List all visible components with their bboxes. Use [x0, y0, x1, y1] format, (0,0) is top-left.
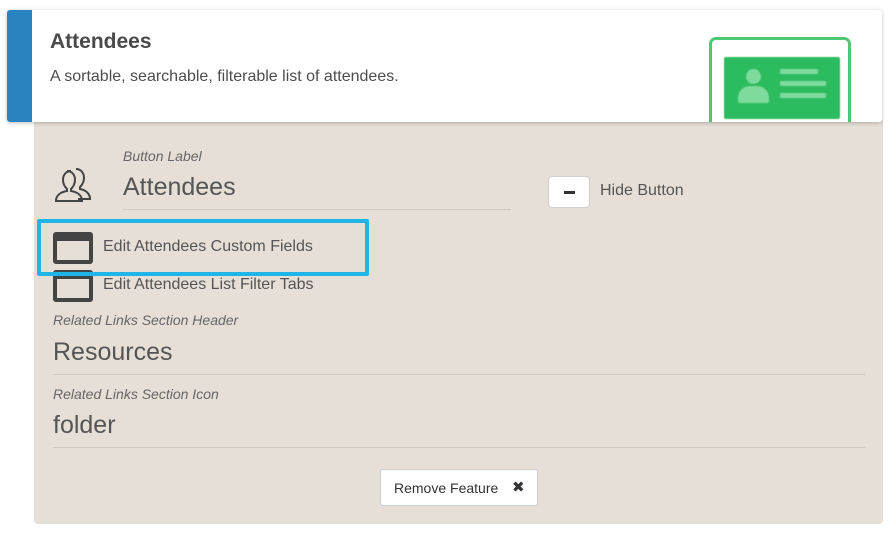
- card-accent-bar: [7, 10, 32, 122]
- button-label-underline: [123, 209, 511, 210]
- related-links-icon-underline: [53, 447, 865, 448]
- related-links-header-underline: [53, 374, 865, 375]
- hide-button-toggle[interactable]: [548, 176, 590, 208]
- highlight-box: [37, 219, 369, 276]
- feature-description: A sortable, searchable, filterable list …: [50, 68, 399, 85]
- related-links-header-input[interactable]: Resources: [53, 338, 173, 367]
- feature-editor: Attendees A sortable, searchable, filter…: [0, 0, 896, 541]
- attendee-card-icon: [724, 57, 840, 119]
- users-icon: [54, 168, 92, 202]
- feature-header-card: Attendees A sortable, searchable, filter…: [7, 10, 882, 122]
- close-icon: ✖: [512, 479, 525, 496]
- hide-button-label: Hide Button: [600, 182, 684, 199]
- minus-icon: [564, 191, 575, 194]
- related-links-icon-caption: Related Links Section Icon: [53, 386, 219, 402]
- feature-title: Attendees: [50, 30, 152, 53]
- button-label-caption: Button Label: [123, 148, 202, 164]
- related-links-header-caption: Related Links Section Header: [53, 312, 239, 328]
- button-label-input[interactable]: Attendees: [123, 173, 236, 202]
- remove-feature-label: Remove Feature: [394, 480, 499, 496]
- related-links-icon-input[interactable]: folder: [53, 411, 116, 440]
- feature-icon-selector[interactable]: [709, 37, 851, 122]
- remove-feature-button[interactable]: Remove Feature ✖: [380, 469, 538, 506]
- link-label: Edit Attendees List Filter Tabs: [103, 276, 314, 293]
